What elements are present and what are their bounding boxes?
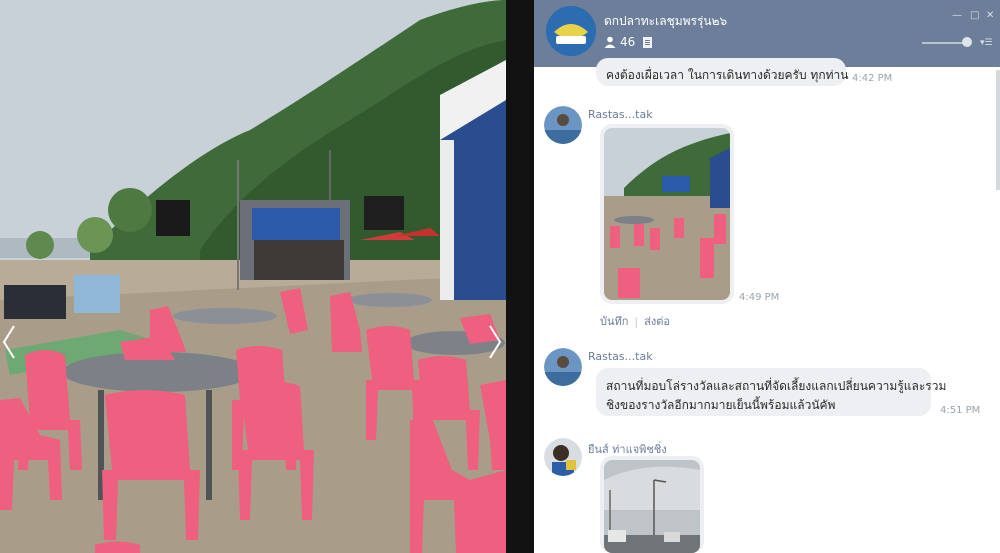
group-name[interactable]: ดกปลาทะเลชุมพรรุ่น๒๖	[604, 12, 727, 31]
message-text-line: ชิงของรางวัลอีกมากมายเย็นนี้พร้อมแล้วนัค…	[606, 398, 836, 412]
person-icon	[604, 36, 616, 48]
volume-slider-knob[interactable]	[962, 37, 972, 47]
message-time: 4:51 PM	[940, 405, 981, 416]
chat-panel: ดกปลาทะเลชุมพรรุ่น๒๖ 46 — □ ✕ ▾☰ คงต้องเ…	[534, 0, 1000, 553]
avatar[interactable]	[544, 348, 582, 386]
sender-name[interactable]: Rastas...tak	[588, 350, 653, 363]
sender-name[interactable]: Rastas...tak	[588, 108, 653, 121]
share-button[interactable]: ส่งต่อ	[644, 315, 670, 328]
message-text-line: สถานที่มอบโล่รางวัลและสถานที่จัดเลี้ยงแล…	[606, 379, 947, 393]
maximize-icon[interactable]: □	[970, 10, 979, 21]
menu-icon[interactable]: ▾☰	[980, 38, 993, 48]
message-bubble: สถานที่มอบโล่รางวัลและสถานที่จัดเลี้ยงแล…	[596, 368, 946, 416]
message-bubble: คงต้องเผื่อเวลา ในการเดินทางด้วยครับ ทุก…	[596, 58, 849, 86]
member-count: 46	[620, 35, 636, 49]
save-button[interactable]: บันทึก	[600, 315, 628, 328]
member-info[interactable]: 46	[604, 35, 653, 49]
chevron-right-icon[interactable]	[486, 322, 504, 362]
group-avatar[interactable]	[546, 6, 596, 56]
image-actions: บันทึก | ส่งต่อ	[600, 312, 670, 330]
message-time: 4:42 PM	[852, 73, 893, 84]
photo-thumbnail[interactable]	[604, 460, 700, 553]
photo-thumbnail[interactable]	[604, 128, 730, 300]
action-separator: |	[634, 315, 639, 328]
panel-divider	[506, 0, 534, 553]
chat-header: ดกปลาทะเลชุมพรรุ่น๒๖ 46 — □ ✕ ▾☰	[534, 0, 1000, 67]
chevron-left-icon[interactable]	[0, 322, 18, 362]
minimize-icon[interactable]: —	[952, 10, 962, 21]
image-message[interactable]	[600, 456, 704, 553]
beach-event-photo	[0, 0, 506, 553]
avatar[interactable]	[544, 106, 582, 144]
note-icon[interactable]	[643, 36, 653, 48]
avatar[interactable]	[544, 438, 582, 476]
image-message[interactable]	[600, 124, 734, 304]
message-text: คงต้องเผื่อเวลา ในการเดินทางด้วยครับ ทุก…	[606, 68, 849, 82]
photo-viewer	[0, 0, 506, 553]
message-time: 4:49 PM	[739, 292, 780, 303]
close-icon[interactable]: ✕	[986, 10, 994, 21]
scrollbar[interactable]	[996, 70, 1000, 190]
